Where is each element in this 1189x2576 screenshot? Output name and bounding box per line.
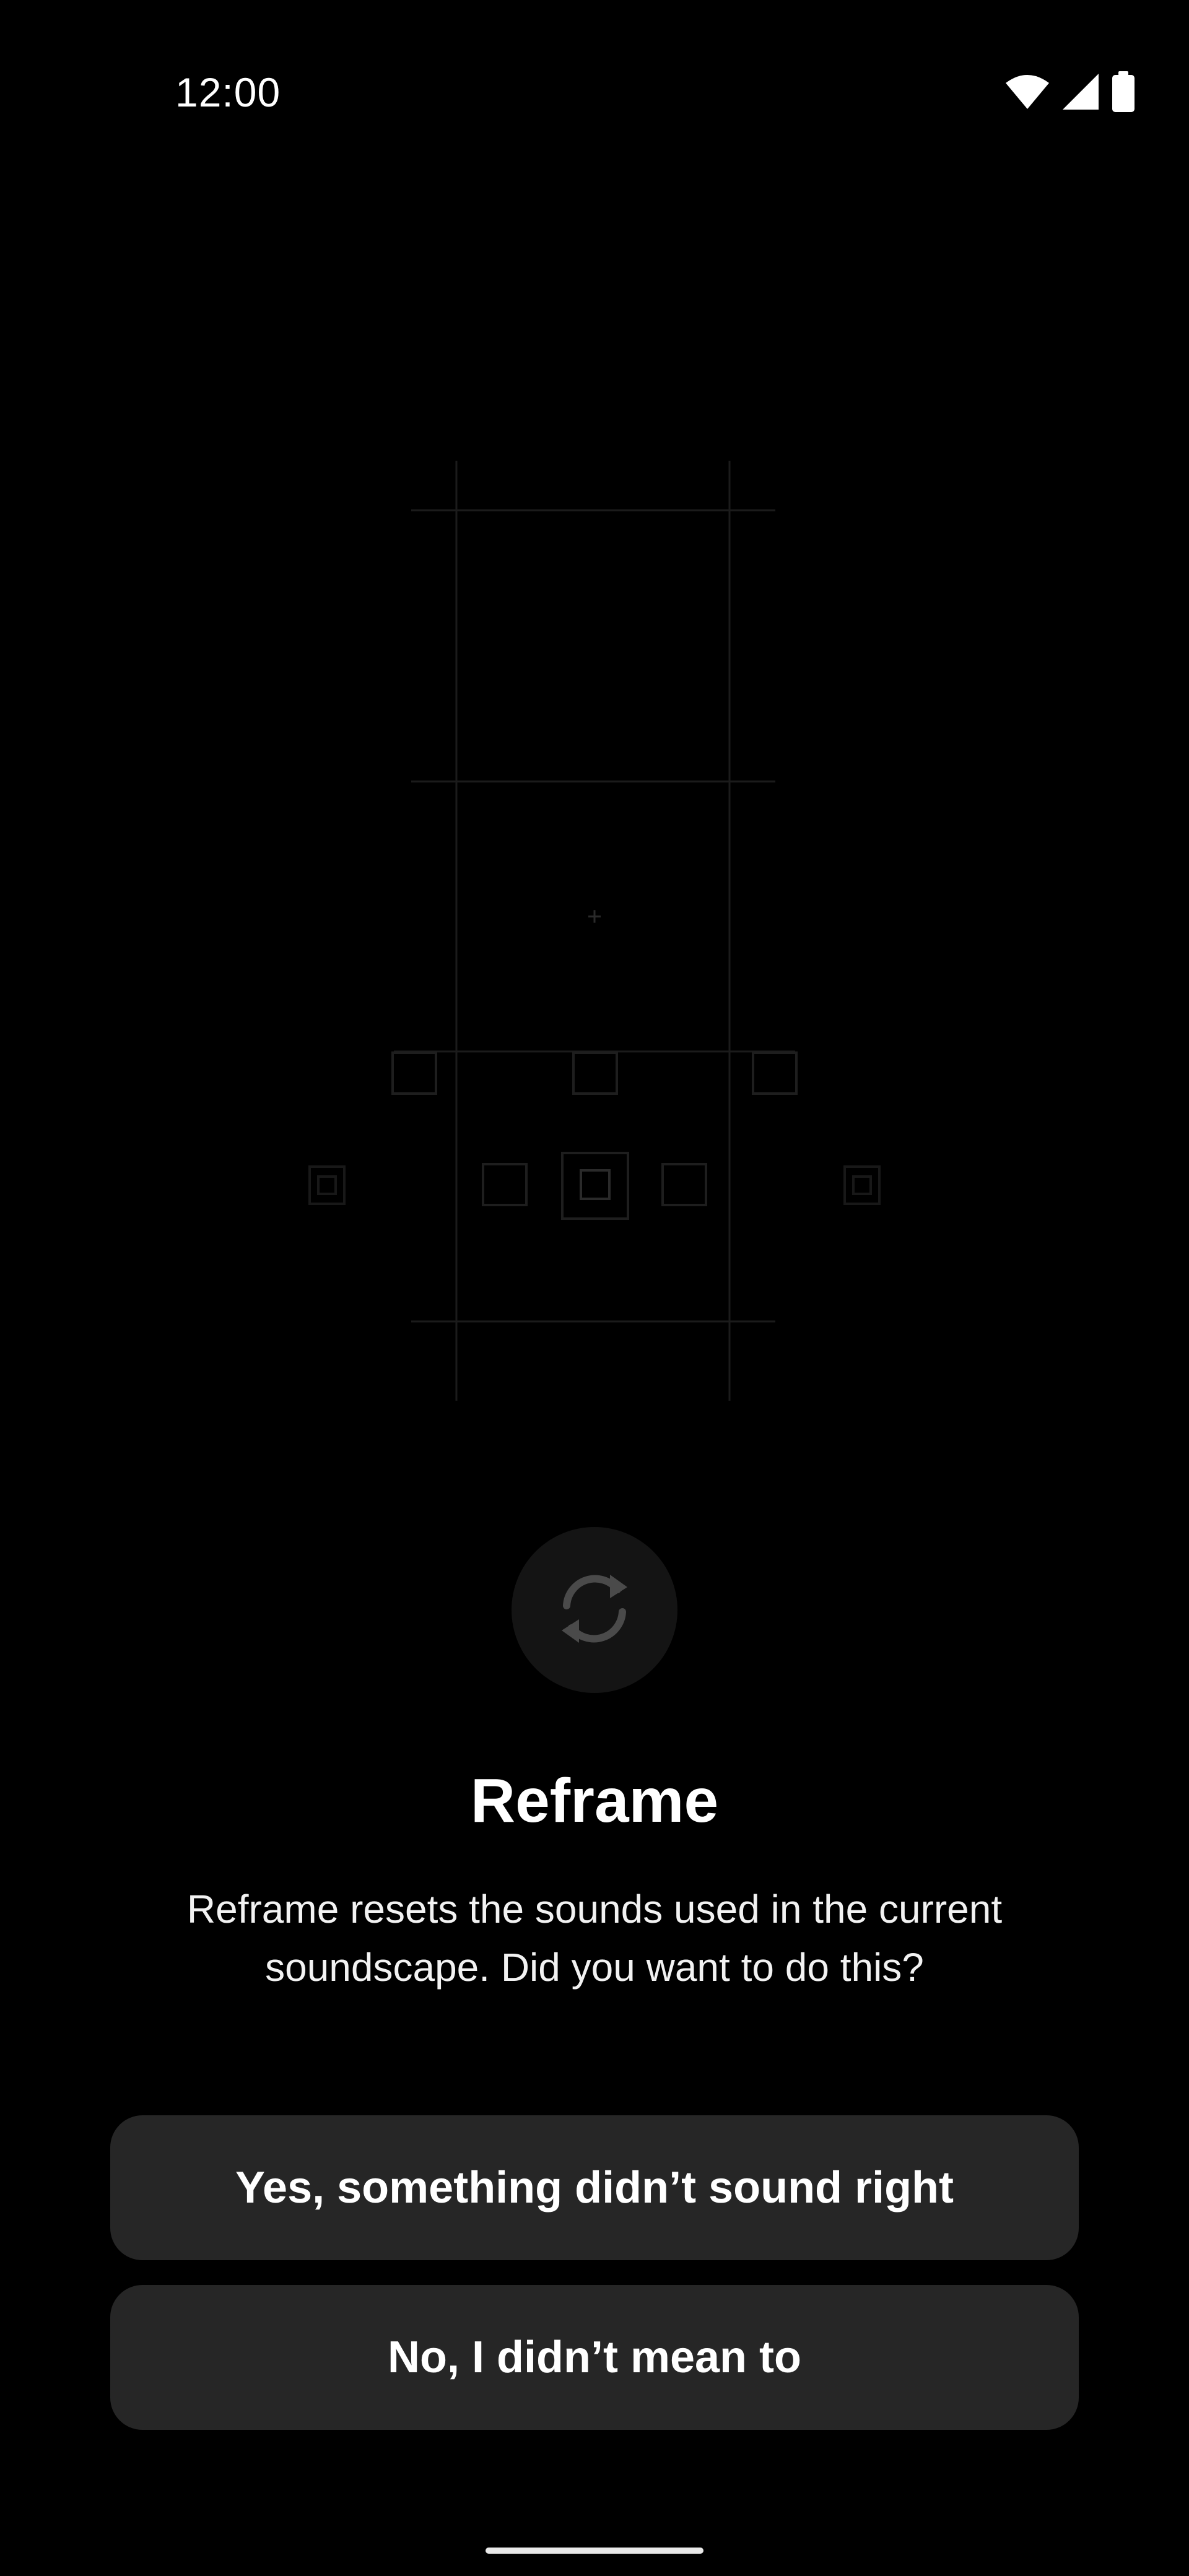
no-button[interactable]: No, I didn’t mean to <box>110 2285 1079 2430</box>
speaker-grid-illustration <box>0 0 1189 1424</box>
yes-button[interactable]: Yes, something didn’t sound right <box>110 2115 1079 2260</box>
dialog-title: Reframe <box>470 1766 719 1835</box>
refresh-icon <box>548 1562 641 1658</box>
icon-circle <box>512 1527 677 1693</box>
home-indicator[interactable] <box>486 2548 703 2554</box>
dialog-description: Reframe resets the sounds used in the cu… <box>186 1887 1003 1990</box>
